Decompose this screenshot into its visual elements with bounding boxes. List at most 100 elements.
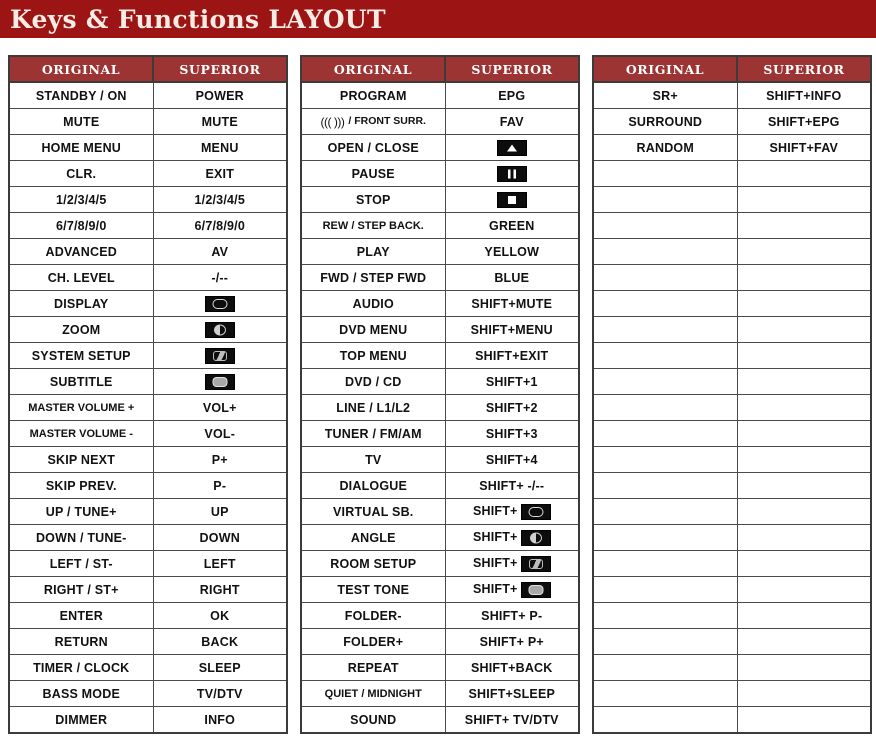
table-row [592,472,872,499]
cell-superior [152,316,288,343]
cell-original: MASTER VOLUME - [8,420,154,447]
cell-original: LINE / L1/L2 [300,394,446,421]
system-setup-button-icon-glyph [212,350,227,361]
table-row [592,342,872,369]
cell-original: CLR. [8,160,154,187]
table-row [592,160,872,187]
column-header-superior: SUPERIOR [152,55,288,83]
table-row: FWD / STEP FWD BLUE [300,264,580,291]
table-1: ORIGINAL SUPERIOR STANDBY / ON POWER MUTE MUT… [8,55,288,734]
cell-superior [736,394,872,421]
table-row [592,238,872,265]
cell-original [592,550,738,577]
table-row: MUTE MUTE [8,108,288,135]
stop-button-icon-glyph [507,195,516,204]
table-row: ZOOM [8,316,288,343]
cell-superior: SHIFT+ [444,550,580,577]
cell-superior: SLEEP [152,654,288,681]
cell-original [592,472,738,499]
cell-superior [736,212,872,239]
column-header-original: ORIGINAL [300,55,446,83]
cell-original: TUNER / FM/AM [300,420,446,447]
cell-superior: SHIFT+ [444,498,580,525]
cell-superior [736,420,872,447]
cell-original: OPEN / CLOSE [300,134,446,161]
cell-superior: OK [152,602,288,629]
cell-original: BASS MODE [8,680,154,707]
table-row [592,550,872,577]
cell-superior [736,602,872,629]
cell-original: 6/7/8/9/0 [8,212,154,239]
cell-original: MUTE [8,108,154,135]
cell-original [592,576,738,603]
cell-original: DIMMER [8,706,154,734]
cell-superior: SHIFT+ TV/DTV [444,706,580,734]
page-title: Keys & Functions LAYOUT [10,4,386,34]
cell-original [592,290,738,317]
table-row [592,524,872,551]
display-button-icon [204,295,235,312]
cell-superior: MENU [152,134,288,161]
cell-original: SYSTEM SETUP [8,342,154,369]
table-row: TOP MENU SHIFT+EXIT [300,342,580,369]
zoom-button-icon-glyph [213,324,226,335]
cell-superior: VOL- [152,420,288,447]
table-row: SR+ SHIFT+INFO [592,81,872,109]
cell-original [592,394,738,421]
table-2: ORIGINAL SUPERIOR PROGRAM EPG((( ))) / FRONT… [300,55,580,734]
surround-waves-icon: ((( ))) [320,114,345,129]
cell-superior: AV [152,238,288,265]
cell-superior: SHIFT+MUTE [444,290,580,317]
cell-original: RANDOM [592,134,738,161]
table-row: RETURN BACK [8,628,288,655]
cell-original [592,628,738,655]
table-row: MASTER VOLUME - VOL- [8,420,288,447]
cell-superior [736,524,872,551]
cell-superior [736,290,872,317]
table-row: SYSTEM SETUP [8,342,288,369]
table-row: RIGHT / ST+ RIGHT [8,576,288,603]
cell-superior [736,472,872,499]
cell-original: FOLDER+ [300,628,446,655]
cell-superior: FAV [444,108,580,135]
cell-superior: SHIFT+1 [444,368,580,395]
table-row: REW / STEP BACK. GREEN [300,212,580,239]
cell-original: LEFT / ST- [8,550,154,577]
cell-original: TIMER / CLOCK [8,654,154,681]
zoom-button-icon [520,529,551,546]
cell-superior: VOL+ [152,394,288,421]
cell-original: TEST TONE [300,576,446,603]
cell-original: REPEAT [300,654,446,681]
cell-original: UP / TUNE+ [8,498,154,525]
stop-button-icon [496,191,527,208]
cell-superior: P- [152,472,288,499]
cell-superior [152,290,288,317]
display-button-icon-glyph [212,298,228,309]
table-row: BASS MODE TV/DTV [8,680,288,707]
cell-superior: UP [152,498,288,525]
cell-superior [736,550,872,577]
cell-original: REW / STEP BACK. [300,212,446,239]
eject-button-icon-glyph [506,144,517,151]
cell-superior: SHIFT+4 [444,446,580,473]
cell-original: SUBTITLE [8,368,154,395]
table-row: ENTER OK [8,602,288,629]
table-row: VIRTUAL SB. SHIFT+ [300,498,580,525]
cell-original: 1/2/3/4/5 [8,186,154,213]
table-row: ROOM SETUP SHIFT+ [300,550,580,577]
zoom-button-icon-glyph [529,532,542,543]
cell-original: DIALOGUE [300,472,446,499]
cell-original: ROOM SETUP [300,550,446,577]
cell-superior: -/-- [152,264,288,291]
table-header-row: ORIGINAL SUPERIOR [592,55,872,83]
cell-superior [736,238,872,265]
cell-original: QUIET / MIDNIGHT [300,680,446,707]
page-banner: Keys & Functions LAYOUT [0,0,876,38]
cell-original: DVD / CD [300,368,446,395]
table-row: ((( ))) / FRONT SURR. FAV [300,108,580,135]
cell-original: FWD / STEP FWD [300,264,446,291]
table-row [592,654,872,681]
table-header-row: ORIGINAL SUPERIOR [300,55,580,83]
cell-superior: INFO [152,706,288,734]
cell-superior: SHIFT+MENU [444,316,580,343]
